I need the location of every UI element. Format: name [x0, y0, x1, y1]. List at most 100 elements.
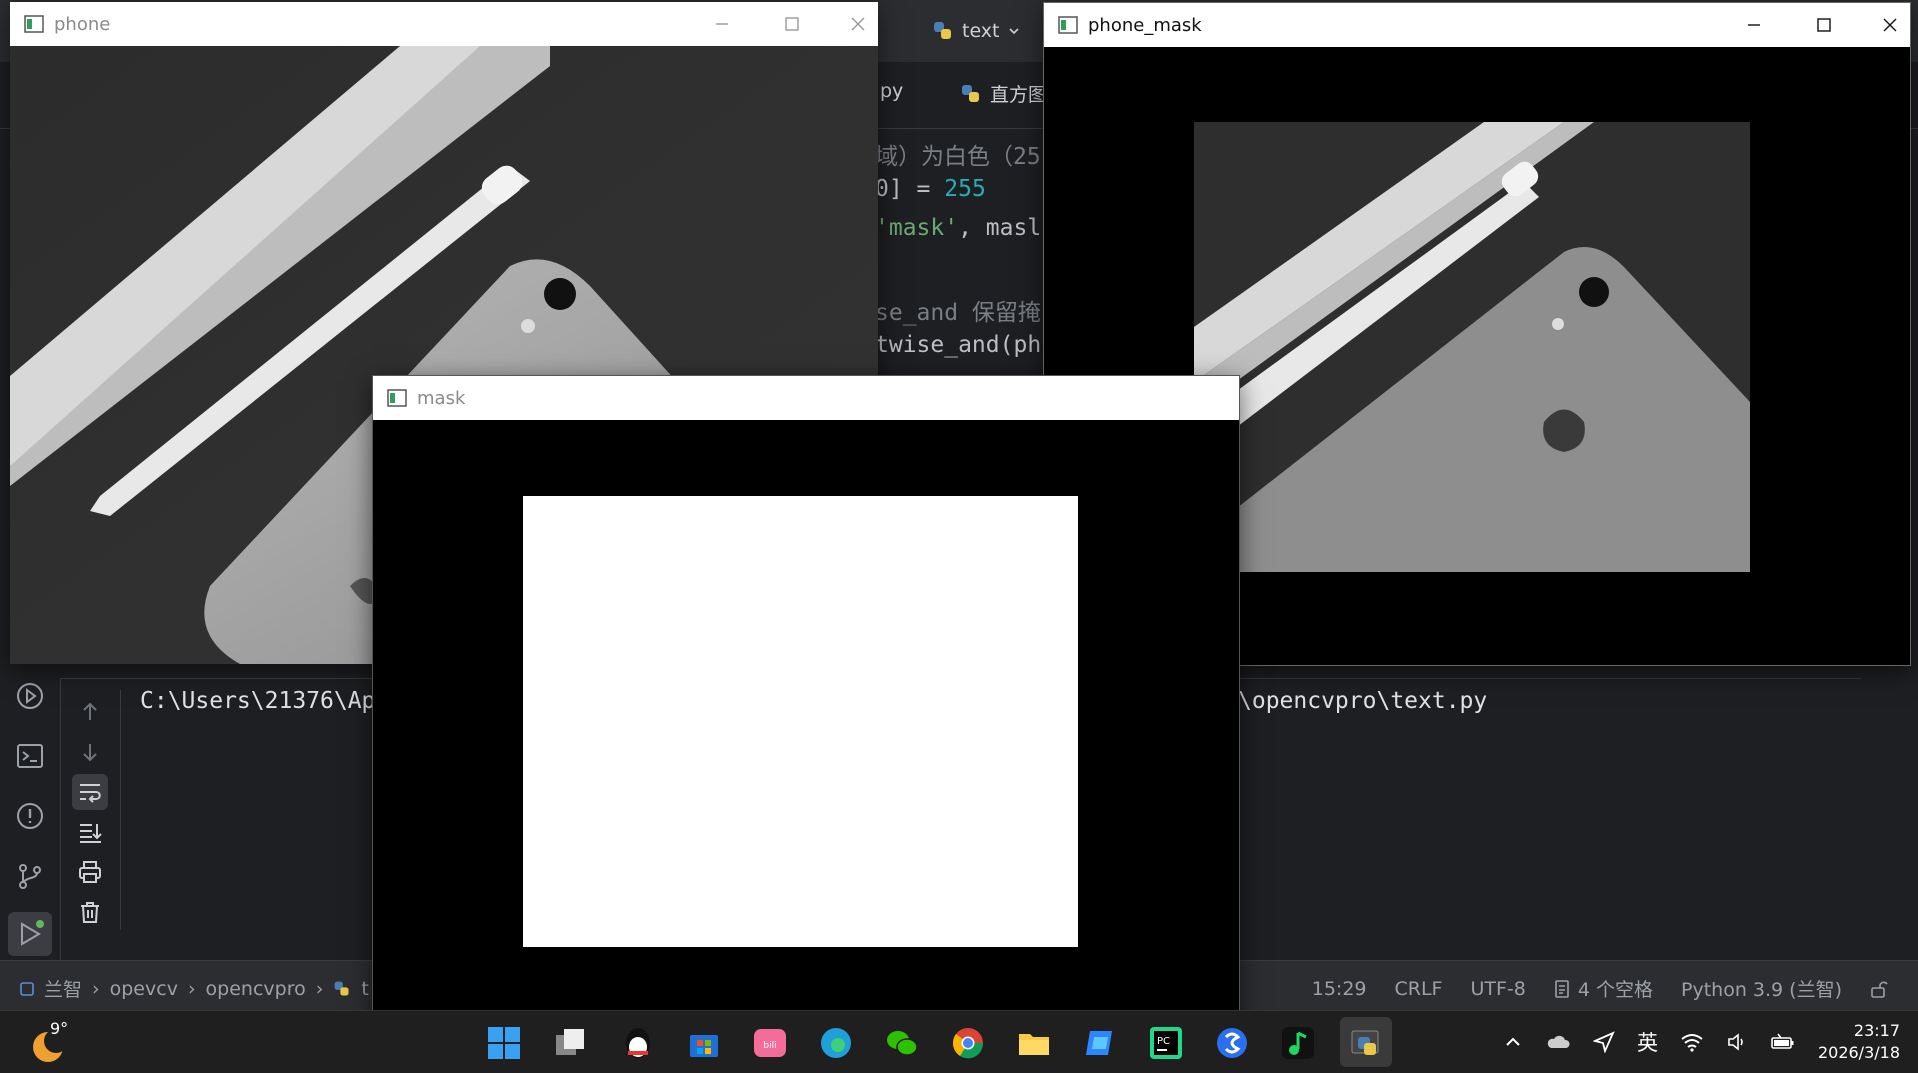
trash-icon[interactable] [76, 898, 104, 926]
window-app-icon [1058, 16, 1078, 34]
windows-start-icon[interactable] [486, 1025, 522, 1061]
window-title: mask [417, 388, 466, 409]
window-title: phone_mask [1088, 15, 1202, 36]
console-output-right: \opencvpro\text.py [1238, 688, 1488, 714]
status-right: 15:29 CRLF UTF-8 4 个空格 Python 3.9 (兰智) [1312, 975, 1888, 1002]
onedrive-icon[interactable] [1545, 1032, 1571, 1052]
copilot-icon[interactable] [1082, 1025, 1118, 1061]
python-interpreter[interactable]: Python 3.9 (兰智) [1681, 975, 1842, 1002]
line-separator[interactable]: CRLF [1395, 978, 1443, 1000]
indent-widget[interactable]: 4 个空格 [1554, 975, 1653, 1002]
window-titlebar[interactable]: phone [10, 2, 878, 46]
code-token: , masl [958, 215, 1042, 241]
clock-time: 23:17 [1853, 1021, 1900, 1040]
console-output-left: C:\Users\21376\Ap [140, 688, 376, 714]
problems-icon[interactable] [14, 800, 46, 832]
tab-label: py [880, 80, 904, 102]
left-tool-strip [0, 650, 60, 960]
module-icon [20, 981, 34, 996]
editor-tab-py[interactable]: py [880, 80, 903, 102]
window-titlebar[interactable]: phone_mask [1044, 3, 1910, 47]
breadcrumb-item[interactable]: opencvpro [206, 978, 306, 1000]
python-icon [334, 981, 349, 996]
code-line: 'mask', masl [875, 215, 1041, 241]
editor-tab-histogram[interactable]: 直方图 [960, 80, 1047, 107]
mask-white-region [523, 496, 1078, 947]
breadcrumb-item[interactable]: 兰智 [44, 975, 82, 1002]
windows-taskbar: 9° bili PC 英 23:17 2026/3/18 [0, 1010, 1918, 1073]
breadcrumb-item[interactable]: opevcv [110, 978, 178, 1000]
code-line: twise_and(ph [875, 332, 1042, 358]
edge-icon[interactable] [818, 1025, 854, 1061]
project-name: text [962, 20, 1000, 42]
wifi-icon[interactable] [1680, 1032, 1704, 1052]
run-panel-toolbar [60, 690, 121, 930]
scroll-to-end-icon[interactable] [76, 818, 104, 846]
code-line: se_and 保留掩 [875, 300, 1041, 326]
document-icon [1555, 979, 1569, 998]
window-app-icon [387, 389, 407, 407]
chevron-up-icon[interactable] [1503, 1032, 1523, 1052]
terminal-icon[interactable] [14, 740, 46, 772]
project-widget[interactable]: text [932, 16, 1020, 46]
caret-position[interactable]: 15:29 [1312, 978, 1367, 1000]
wechat-icon[interactable] [884, 1025, 920, 1061]
python-icon [934, 22, 951, 39]
breadcrumb-separator: › [315, 977, 324, 1000]
system-tray: 英 23:17 2026/3/18 [1503, 1011, 1900, 1073]
python-icon [962, 84, 979, 102]
breadcrumb-separator: › [92, 977, 100, 1000]
maximize-icon[interactable] [1804, 11, 1844, 39]
chrome-icon[interactable] [950, 1025, 986, 1061]
breadcrumb: 兰智 › opevcv › opencvpro › t [20, 975, 369, 1002]
speaker-icon[interactable] [1726, 1032, 1748, 1052]
maximize-icon[interactable] [772, 10, 812, 38]
weather-temperature: 9° [50, 1019, 69, 1038]
file-encoding[interactable]: UTF-8 [1470, 978, 1525, 1000]
git-icon[interactable] [14, 860, 46, 892]
window-app-icon [24, 15, 44, 33]
close-icon[interactable] [838, 10, 878, 38]
mask-image [373, 420, 1239, 1036]
battery-icon[interactable] [1770, 1032, 1796, 1052]
run-icon[interactable] [14, 918, 46, 950]
minimize-icon[interactable] [1734, 11, 1774, 39]
weather-widget[interactable]: 9° [30, 1019, 90, 1067]
print-icon[interactable] [76, 858, 104, 886]
file-explorer-icon[interactable] [1016, 1025, 1052, 1061]
window-mask[interactable]: mask [372, 375, 1240, 1037]
indent-setting: 4 个空格 [1577, 979, 1654, 1001]
code-line: 0] = 255 [875, 176, 986, 202]
python-app-icon[interactable] [1348, 1025, 1384, 1061]
qq-icon[interactable] [620, 1025, 656, 1061]
services-icon[interactable] [14, 680, 46, 712]
close-icon[interactable] [1870, 11, 1910, 39]
chevron-down-icon [1008, 28, 1019, 35]
music-app-icon[interactable] [1280, 1025, 1316, 1061]
location-icon[interactable] [1592, 1031, 1615, 1053]
task-view-icon[interactable] [552, 1025, 588, 1061]
arrow-up-icon[interactable] [76, 698, 104, 726]
tab-label: 直方图 [990, 84, 1048, 106]
clock-date: 2026/3/18 [1817, 1043, 1900, 1062]
window-titlebar[interactable]: mask [373, 376, 1239, 420]
code-token: 0] = [875, 176, 945, 202]
svg-text:bili: bili [763, 1041, 776, 1051]
window-title: phone [54, 14, 111, 35]
pycharm-icon[interactable]: PC [1148, 1025, 1184, 1061]
code-token: 255 [944, 176, 986, 202]
minimize-icon[interactable] [702, 10, 742, 38]
code-line: 域）为白色（25 [875, 144, 1041, 170]
microsoft-store-icon[interactable] [686, 1025, 722, 1061]
breadcrumb-item[interactable]: t [361, 978, 368, 1000]
code-token: 'mask' [875, 215, 959, 241]
svg-text:PC: PC [1157, 1036, 1170, 1047]
soft-wrap-icon[interactable] [76, 778, 104, 806]
bilibili-icon[interactable]: bili [752, 1025, 788, 1061]
breadcrumb-separator: › [187, 977, 196, 1000]
clock[interactable]: 23:17 2026/3/18 [1818, 1020, 1900, 1064]
lock-open-icon[interactable] [1870, 979, 1888, 999]
ime-indicator[interactable]: 英 [1637, 1027, 1658, 1057]
sogou-icon[interactable] [1214, 1025, 1250, 1061]
arrow-down-icon[interactable] [76, 738, 104, 766]
